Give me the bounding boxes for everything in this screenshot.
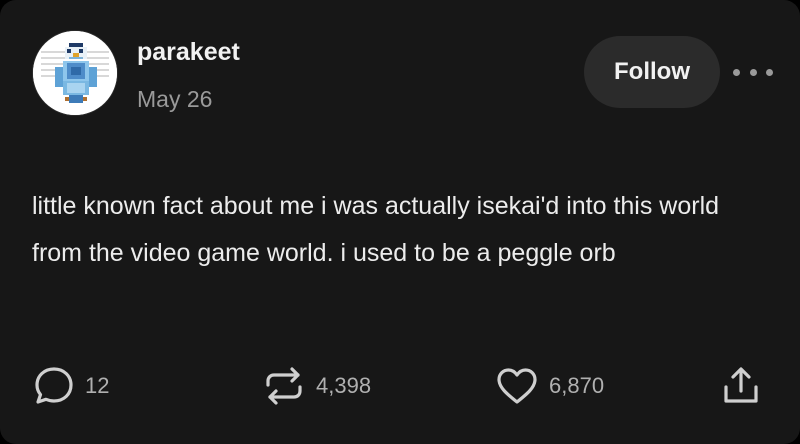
parakeet-avatar-icon [33, 31, 117, 115]
speech-bubble-icon [35, 367, 73, 404]
author-avatar[interactable] [32, 30, 118, 116]
share-button[interactable] [720, 365, 762, 407]
reblog-button[interactable]: 4,398 [262, 365, 371, 407]
more-options-icon[interactable] [733, 60, 773, 84]
follow-button[interactable]: Follow [584, 36, 720, 108]
share-upload-icon [724, 367, 758, 403]
like-button[interactable]: 6,870 [495, 365, 604, 407]
post-date[interactable]: May 26 [137, 86, 212, 113]
repost-arrows-icon [266, 367, 302, 405]
like-count: 6,870 [549, 373, 605, 398]
reply-count: 12 [85, 373, 110, 398]
post-body: little known fact about me i was actuall… [32, 192, 720, 267]
reply-button[interactable]: 12 [33, 365, 109, 407]
author-name[interactable]: parakeet [137, 38, 240, 67]
reblog-count: 4,398 [316, 373, 372, 398]
heart-icon [497, 368, 537, 404]
post-card: parakeet May 26 Follow little known fact… [0, 0, 800, 444]
